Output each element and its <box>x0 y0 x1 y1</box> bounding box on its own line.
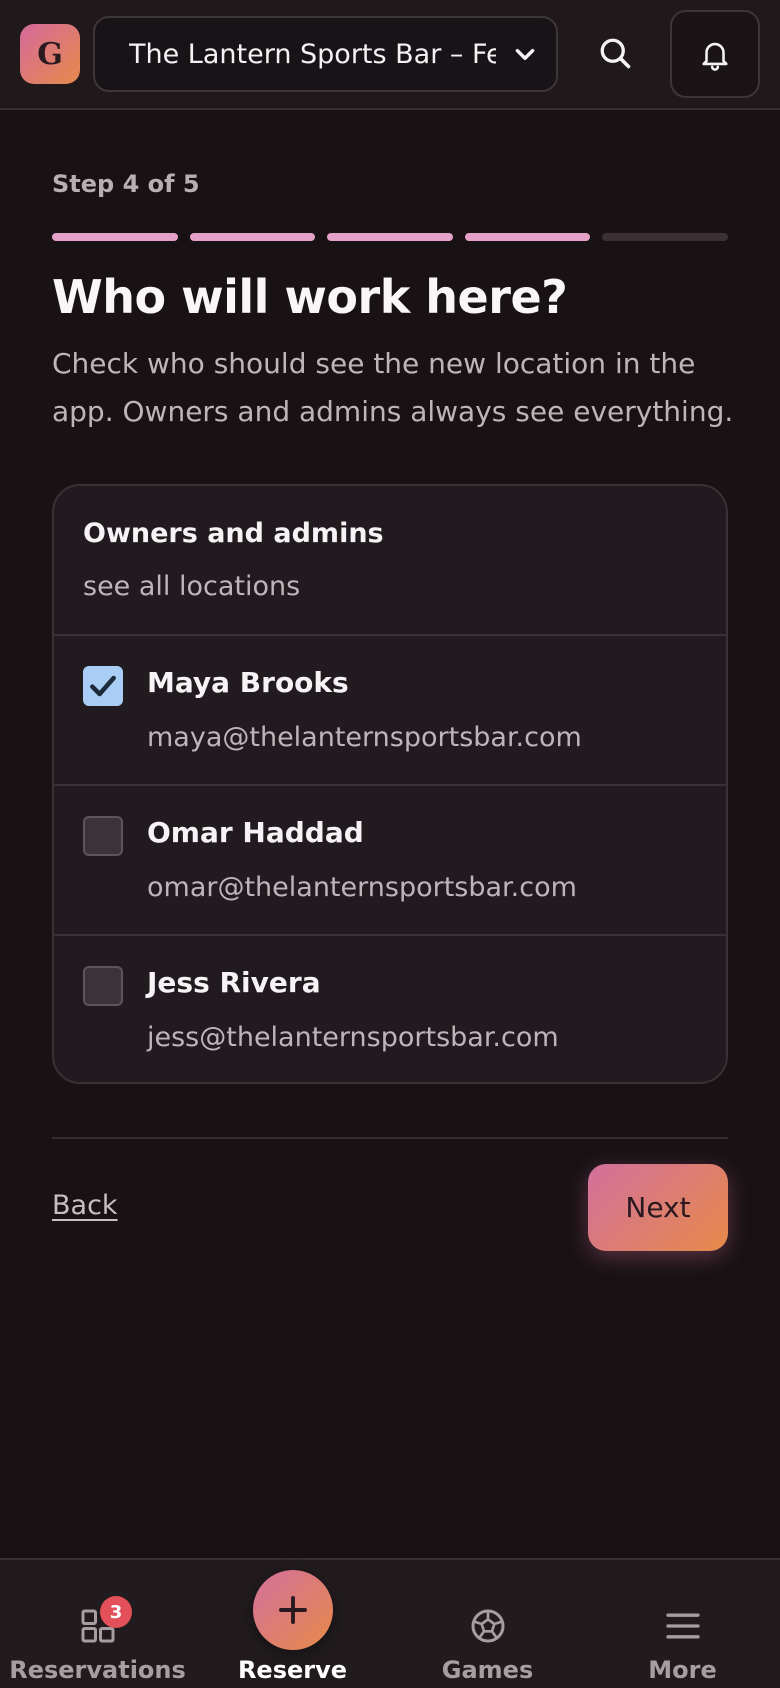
member-name: Maya Brooks <box>147 666 349 699</box>
member-row[interactable]: Maya Brooks maya@thelanternsportsbar.com <box>54 636 726 786</box>
progress-segment <box>52 233 178 241</box>
member-email: omar@thelanternsportsbar.com <box>147 872 577 903</box>
progress-segment <box>189 233 316 241</box>
notifications-button[interactable] <box>670 10 760 98</box>
back-link[interactable]: Back <box>52 1190 118 1221</box>
search-icon <box>600 38 631 69</box>
team-members-card: Owners and admins see all locations Maya… <box>52 484 728 1084</box>
bell-icon <box>702 42 728 71</box>
nav-item-more[interactable]: More <box>585 1560 780 1688</box>
reserve-fab-button[interactable] <box>253 1570 333 1650</box>
owners-admins-subheading: see all locations <box>83 571 301 602</box>
bottom-nav: 3 Reservations Reserve Games More <box>0 1558 780 1688</box>
menu-icon <box>665 1613 700 1639</box>
search-button[interactable] <box>594 30 636 76</box>
member-name: Omar Haddad <box>147 816 364 849</box>
location-select-value: The Lantern Sports Bar – Fe <box>129 38 496 70</box>
plus-icon <box>279 1596 307 1624</box>
nav-item-label: Reservations <box>9 1656 186 1684</box>
owners-admins-note: Owners and admins see all locations <box>54 486 726 636</box>
progress-segment <box>602 233 728 241</box>
checkmark-icon <box>90 675 116 697</box>
location-select[interactable]: The Lantern Sports Bar – Fe <box>93 16 558 92</box>
member-row[interactable]: Omar Haddad omar@thelanternsportsbar.com <box>54 786 726 936</box>
logo-letter: G <box>37 36 63 72</box>
next-button[interactable]: Next <box>588 1164 728 1251</box>
member-email: jess@thelanternsportsbar.com <box>147 1022 559 1053</box>
page-title: Who will work here? <box>52 270 568 324</box>
page-subtitle: Check who should see the new location in… <box>52 347 734 428</box>
member-name: Jess Rivera <box>147 966 321 999</box>
app-logo[interactable]: G <box>20 24 80 84</box>
nav-item-label: Games <box>441 1656 534 1684</box>
member-email: maya@thelanternsportsbar.com <box>147 722 582 753</box>
app-header: G The Lantern Sports Bar – Fe <box>0 0 780 110</box>
nav-item-reservations[interactable]: 3 Reservations <box>0 1560 195 1688</box>
soccer-ball-icon <box>471 1609 504 1643</box>
member-row[interactable]: Jess Rivera jess@thelanternsportsbar.com <box>54 936 726 1082</box>
member-checkbox[interactable] <box>83 816 123 856</box>
member-checkbox[interactable] <box>83 966 123 1006</box>
member-checkbox[interactable] <box>83 666 123 706</box>
reservations-count-badge: 3 <box>100 1596 132 1628</box>
nav-item-label: Reserve <box>237 1656 348 1684</box>
actions-divider <box>52 1137 728 1139</box>
chevron-down-icon <box>515 48 535 60</box>
nav-item-games[interactable]: Games <box>390 1560 585 1688</box>
step-progress-bar <box>52 233 728 241</box>
step-label: Step 4 of 5 <box>52 170 200 198</box>
progress-segment <box>327 233 453 241</box>
nav-item-label: More <box>648 1656 717 1684</box>
progress-segment <box>464 233 591 241</box>
owners-admins-heading: Owners and admins <box>83 518 384 549</box>
